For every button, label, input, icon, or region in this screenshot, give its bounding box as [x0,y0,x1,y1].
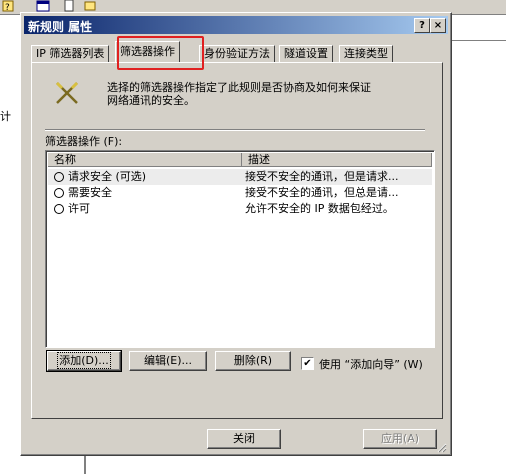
background-text: 计 [0,110,11,123]
separator [45,129,425,131]
item-description: 接受不安全的通讯，但总是请... [245,186,399,199]
filter-action-list[interactable]: 名称 描述 请求安全 (可选) 接受不安全的通讯，但是请求... 需要安全 接受… [45,150,435,348]
background-divider [450,40,506,41]
tab-filter-action[interactable]: 筛选器操作 [115,41,180,62]
apply-button[interactable]: 应用(A) [363,429,437,449]
list-item[interactable]: 需要安全 接受不安全的通讯，但总是请... [48,185,432,201]
window-icon [36,0,50,12]
document-icon [64,0,74,12]
add-button[interactable]: 添加(D)... [46,350,122,372]
tab-connection-type[interactable]: 连接类型 [339,45,393,62]
column-header-description[interactable]: 描述 [242,153,432,167]
help-button[interactable]: ? [414,18,430,33]
item-name: 请求安全 (可选) [68,170,147,183]
filter-action-list-label: 筛选器操作 (F): [45,135,123,148]
add-wizard-label[interactable]: 使用 “添加向导” (W) [319,356,423,372]
item-description: 允许不安全的 IP 数据包经过。 [245,202,394,215]
list-item[interactable]: 请求安全 (可选) 接受不安全的通讯，但是请求... [48,169,432,185]
radio-icon[interactable] [54,172,64,182]
close-icon[interactable]: × [430,18,446,33]
help-icon: ? [2,0,14,12]
svg-text:?: ? [5,3,10,12]
edit-button[interactable]: 编辑(E)... [129,351,207,371]
title-bar[interactable]: 新规则 属性 ? × [24,16,448,34]
filter-action-icon [55,81,79,104]
tab-ip-filter-list[interactable]: IP 筛选器列表 [31,45,110,62]
close-button[interactable]: 关闭 [207,429,281,449]
item-name: 需要安全 [68,186,112,199]
column-header-name[interactable]: 名称 [48,153,242,167]
list-item[interactable]: 许可 允许不安全的 IP 数据包经过。 [48,201,432,217]
radio-icon[interactable] [54,188,64,198]
description-line: 网络通讯的安全。 [107,94,195,107]
remove-button[interactable]: 删除(R) [215,351,291,371]
background-divider [84,455,86,474]
add-button-label: 添加(D)... [57,352,111,369]
item-name: 许可 [68,202,90,215]
arrow-icon [84,1,96,11]
radio-icon[interactable] [54,204,64,214]
tab-strip: IP 筛选器列表 筛选器操作 身份验证方法 隧道设置 连接类型 [31,41,441,63]
description-line: 选择的筛选器操作指定了此规则是否协商及如何来保证 [107,81,371,94]
item-description: 接受不安全的通讯，但是请求... [245,170,399,183]
add-wizard-checkbox[interactable]: ✔ [301,357,314,370]
tab-tunnel-settings[interactable]: 隧道设置 [279,45,333,62]
description-text: 选择的筛选器操作指定了此规则是否协商及如何来保证 网络通讯的安全。 [107,81,407,107]
rule-properties-dialog: 新规则 属性 ? × IP 筛选器列表 筛选器操作 身份验证方法 隧道设置 连接… [20,12,452,456]
tab-authentication-methods[interactable]: 身份验证方法 [199,45,275,62]
resize-grip-icon[interactable] [435,441,447,453]
dialog-title: 新规则 属性 [28,20,93,34]
